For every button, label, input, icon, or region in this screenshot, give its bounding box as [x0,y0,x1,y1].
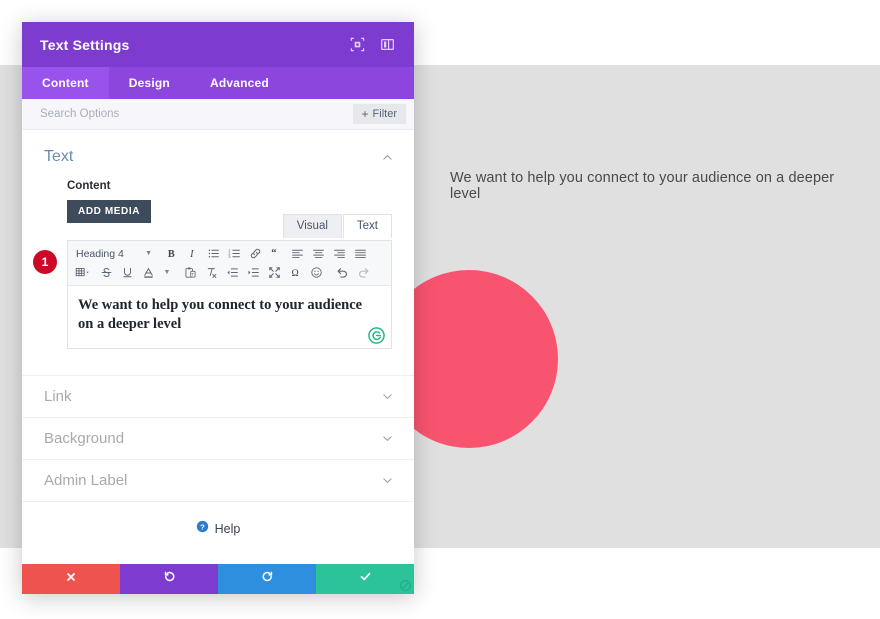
search-input[interactable] [40,108,353,120]
svg-text:3: 3 [228,255,230,259]
chevron-down-icon [381,390,394,403]
table-icon[interactable] [70,263,96,282]
undo-button[interactable] [120,564,218,594]
bold-icon[interactable]: B [161,244,182,263]
chevron-down-icon [381,432,394,445]
x-icon [65,570,77,588]
filter-button-label: Filter [372,108,397,120]
resize-handle[interactable] [396,576,414,594]
editor-text-value: We want to help you connect to your audi… [78,297,363,332]
text-color-dropdown-icon[interactable]: ▼ [159,263,175,282]
italic-icon[interactable]: I [182,244,203,263]
editor-wrapper: Visual Text Heading 4 ▼ B I 1 2 3 “ ▼ T … [22,214,414,349]
toolbar-row-2: ▼ T Ω [70,263,389,282]
rich-text-editor: Heading 4 ▼ B I 1 2 3 “ ▼ T Ω We want to… [67,240,392,349]
section-header-link[interactable]: Link [22,375,414,417]
align-justify-icon[interactable] [350,244,371,263]
collapsed-sections: Link Background Admin Label ? Help [22,375,414,556]
chevron-down-icon: ▼ [145,250,152,257]
content-field-label: Content [67,180,111,192]
screenshot-root: We want to help you connect to your audi… [0,0,880,619]
section-header-text[interactable]: Text [22,130,414,176]
callout-badge-1: 1 [33,250,57,274]
filter-button[interactable]: + Filter [352,104,406,124]
editor-mode-tabs: Visual Text [282,214,392,238]
chevron-up-icon [381,151,394,164]
bulleted-list-icon[interactable] [203,244,224,263]
canvas-heading-text: We want to help you connect to your audi… [450,170,835,202]
modal-tabs: Content Design Advanced [22,67,414,99]
svg-text:?: ? [200,522,205,531]
editor-content-area[interactable]: We want to help you connect to your audi… [68,286,391,348]
help-button[interactable]: ? Help [22,501,414,556]
svg-text:“: “ [271,248,276,259]
section-title-text: Text [44,148,74,165]
modal-title: Text Settings [40,36,130,53]
redo-button[interactable] [218,564,316,594]
check-icon [359,570,372,588]
add-media-button[interactable]: ADD MEDIA [67,200,152,223]
section-header-background[interactable]: Background [22,417,414,459]
grammarly-g-icon[interactable] [368,327,385,344]
cancel-button[interactable] [22,564,120,594]
tab-text-editor[interactable]: Text [342,214,392,238]
modal-footer [22,564,414,594]
underline-icon[interactable] [117,263,138,282]
strikethrough-icon[interactable] [96,263,117,282]
section-header-admin-label[interactable]: Admin Label [22,459,414,501]
svg-text:T: T [191,272,194,277]
indent-icon[interactable] [243,263,264,282]
format-select-value: Heading 4 [76,247,124,260]
tab-content[interactable]: Content [22,67,109,99]
svg-text:Ω: Ω [291,268,298,279]
svg-text:I: I [189,249,194,260]
clear-formatting-icon[interactable] [201,263,222,282]
panel-layout-icon[interactable] [374,32,400,58]
undo-icon [163,570,176,588]
editor-toolbar: Heading 4 ▼ B I 1 2 3 “ ▼ T Ω [68,241,391,286]
align-left-icon[interactable] [287,244,308,263]
blockquote-icon[interactable]: “ [266,244,287,263]
section-title-background: Background [44,430,125,447]
chevron-down-icon [381,474,394,487]
section-title-admin-label: Admin Label [44,472,128,489]
tab-design[interactable]: Design [109,67,190,99]
redo-icon[interactable] [353,263,374,282]
text-settings-modal: Text Settings Content Design Advanced Se… [22,22,414,594]
align-right-icon[interactable] [329,244,350,263]
align-center-icon[interactable] [308,244,329,263]
section-title-link: Link [44,388,72,405]
modal-header: Text Settings [22,22,414,67]
paste-as-text-icon[interactable]: T [180,263,201,282]
outdent-icon[interactable] [222,263,243,282]
tab-advanced[interactable]: Advanced [190,67,289,99]
search-options-bar: + Filter [22,99,414,130]
redo-icon [261,570,274,588]
toolbar-row-1: Heading 4 ▼ B I 1 2 3 “ [70,244,389,263]
special-character-icon[interactable]: Ω [285,263,306,282]
numbered-list-icon[interactable]: 1 2 3 [224,244,245,263]
tab-visual-editor[interactable]: Visual [282,214,342,238]
help-question-icon: ? [196,520,209,538]
modal-body: Text Content ADD MEDIA Visual Text Headi… [22,130,414,564]
svg-text:B: B [168,249,175,260]
undo-icon[interactable] [332,263,353,282]
plus-icon: + [361,107,369,121]
text-color-icon[interactable] [138,263,159,282]
save-button[interactable] [316,564,414,594]
focus-target-icon[interactable] [344,32,370,58]
emoji-icon[interactable] [306,263,327,282]
help-label: Help [214,522,241,536]
fullscreen-icon[interactable] [264,263,285,282]
format-select[interactable]: Heading 4 ▼ [70,248,156,260]
link-icon[interactable] [245,244,266,263]
